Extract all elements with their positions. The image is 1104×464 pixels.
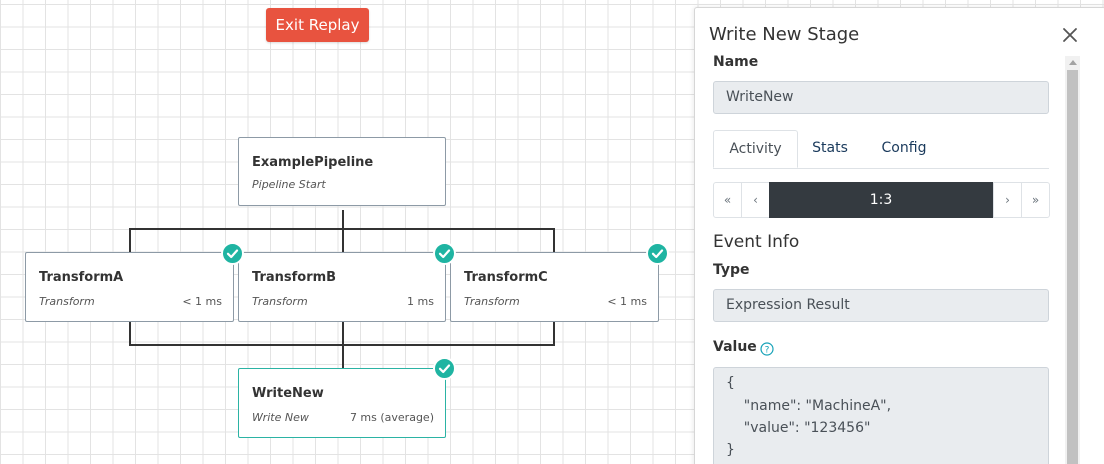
success-check-icon	[221, 242, 244, 265]
node-duration: 7 ms (average)	[349, 411, 434, 424]
node-duration: < 1 ms	[182, 295, 222, 308]
exit-replay-button[interactable]: Exit Replay	[266, 8, 369, 42]
connector-line	[342, 321, 344, 345]
node-type: Transform	[39, 295, 95, 308]
success-check-icon	[646, 242, 669, 265]
panel-tabs: Activity Stats Config	[713, 130, 1049, 169]
node-type: Transform	[252, 295, 308, 308]
pager-next-button[interactable]: ›	[993, 182, 1022, 218]
stage-details-panel: Write New Stage Name WriteNew Activity S…	[694, 7, 1104, 464]
help-icon[interactable]: ?	[760, 341, 774, 356]
connector-line	[342, 228, 344, 252]
success-check-icon	[433, 357, 456, 380]
connector-line	[129, 321, 131, 345]
node-name: TransformB	[252, 270, 337, 285]
connector-line	[342, 344, 344, 368]
pager-first-button[interactable]: «	[713, 182, 742, 218]
node-name: TransformA	[39, 270, 124, 285]
tab-config[interactable]: Config	[863, 130, 945, 168]
tab-stats[interactable]: Stats	[799, 130, 861, 168]
event-pager: « ‹ 1:3 › »	[713, 182, 1050, 218]
value-line: "name": "MachineA",	[726, 398, 892, 414]
connector-line	[129, 228, 131, 252]
value-line: {	[726, 375, 735, 391]
panel-scrollbar[interactable]	[1065, 56, 1080, 464]
transform-node-a[interactable]: TransformA Transform < 1 ms	[25, 252, 234, 322]
type-field[interactable]: Expression Result	[713, 289, 1049, 322]
scrollbar-thumb[interactable]	[1067, 70, 1078, 464]
node-type: Write New	[252, 411, 309, 424]
node-name: TransformC	[464, 270, 548, 285]
success-check-icon	[433, 242, 456, 265]
write-new-node[interactable]: WriteNew Write New 7 ms (average)	[238, 368, 446, 438]
type-label: Type	[713, 262, 750, 278]
pipeline-start-node[interactable]: ExamplePipeline Pipeline Start	[238, 137, 446, 206]
name-label: Name	[713, 54, 759, 70]
pager-current-page: 1:3	[769, 182, 993, 218]
value-label: Value	[713, 339, 757, 355]
connector-line	[553, 228, 555, 252]
connector-line	[342, 210, 344, 228]
svg-text:?: ?	[765, 346, 770, 356]
value-field[interactable]: { "name": "MachineA", "value": "123456" …	[713, 367, 1049, 464]
connector-line	[553, 321, 555, 345]
value-line: }	[726, 442, 735, 458]
pager-last-button[interactable]: »	[1021, 182, 1050, 218]
transform-node-b[interactable]: TransformB Transform 1 ms	[238, 252, 446, 322]
scroll-up-icon[interactable]	[1069, 60, 1077, 65]
panel-title: Write New Stage	[709, 24, 860, 45]
value-line: "value": "123456"	[726, 420, 871, 436]
node-type: Transform	[464, 295, 520, 308]
node-duration: 1 ms	[407, 295, 434, 308]
name-field[interactable]: WriteNew	[713, 81, 1049, 114]
close-icon[interactable]	[1061, 26, 1079, 44]
node-name: ExamplePipeline	[252, 155, 374, 170]
transform-node-c[interactable]: TransformC Transform < 1 ms	[450, 252, 659, 322]
node-name: WriteNew	[252, 386, 324, 401]
tab-activity[interactable]: Activity	[713, 130, 798, 168]
node-duration: < 1 ms	[607, 295, 647, 308]
pager-prev-button[interactable]: ‹	[741, 182, 770, 218]
event-info-heading: Event Info	[713, 232, 800, 252]
node-type: Pipeline Start	[252, 178, 326, 191]
